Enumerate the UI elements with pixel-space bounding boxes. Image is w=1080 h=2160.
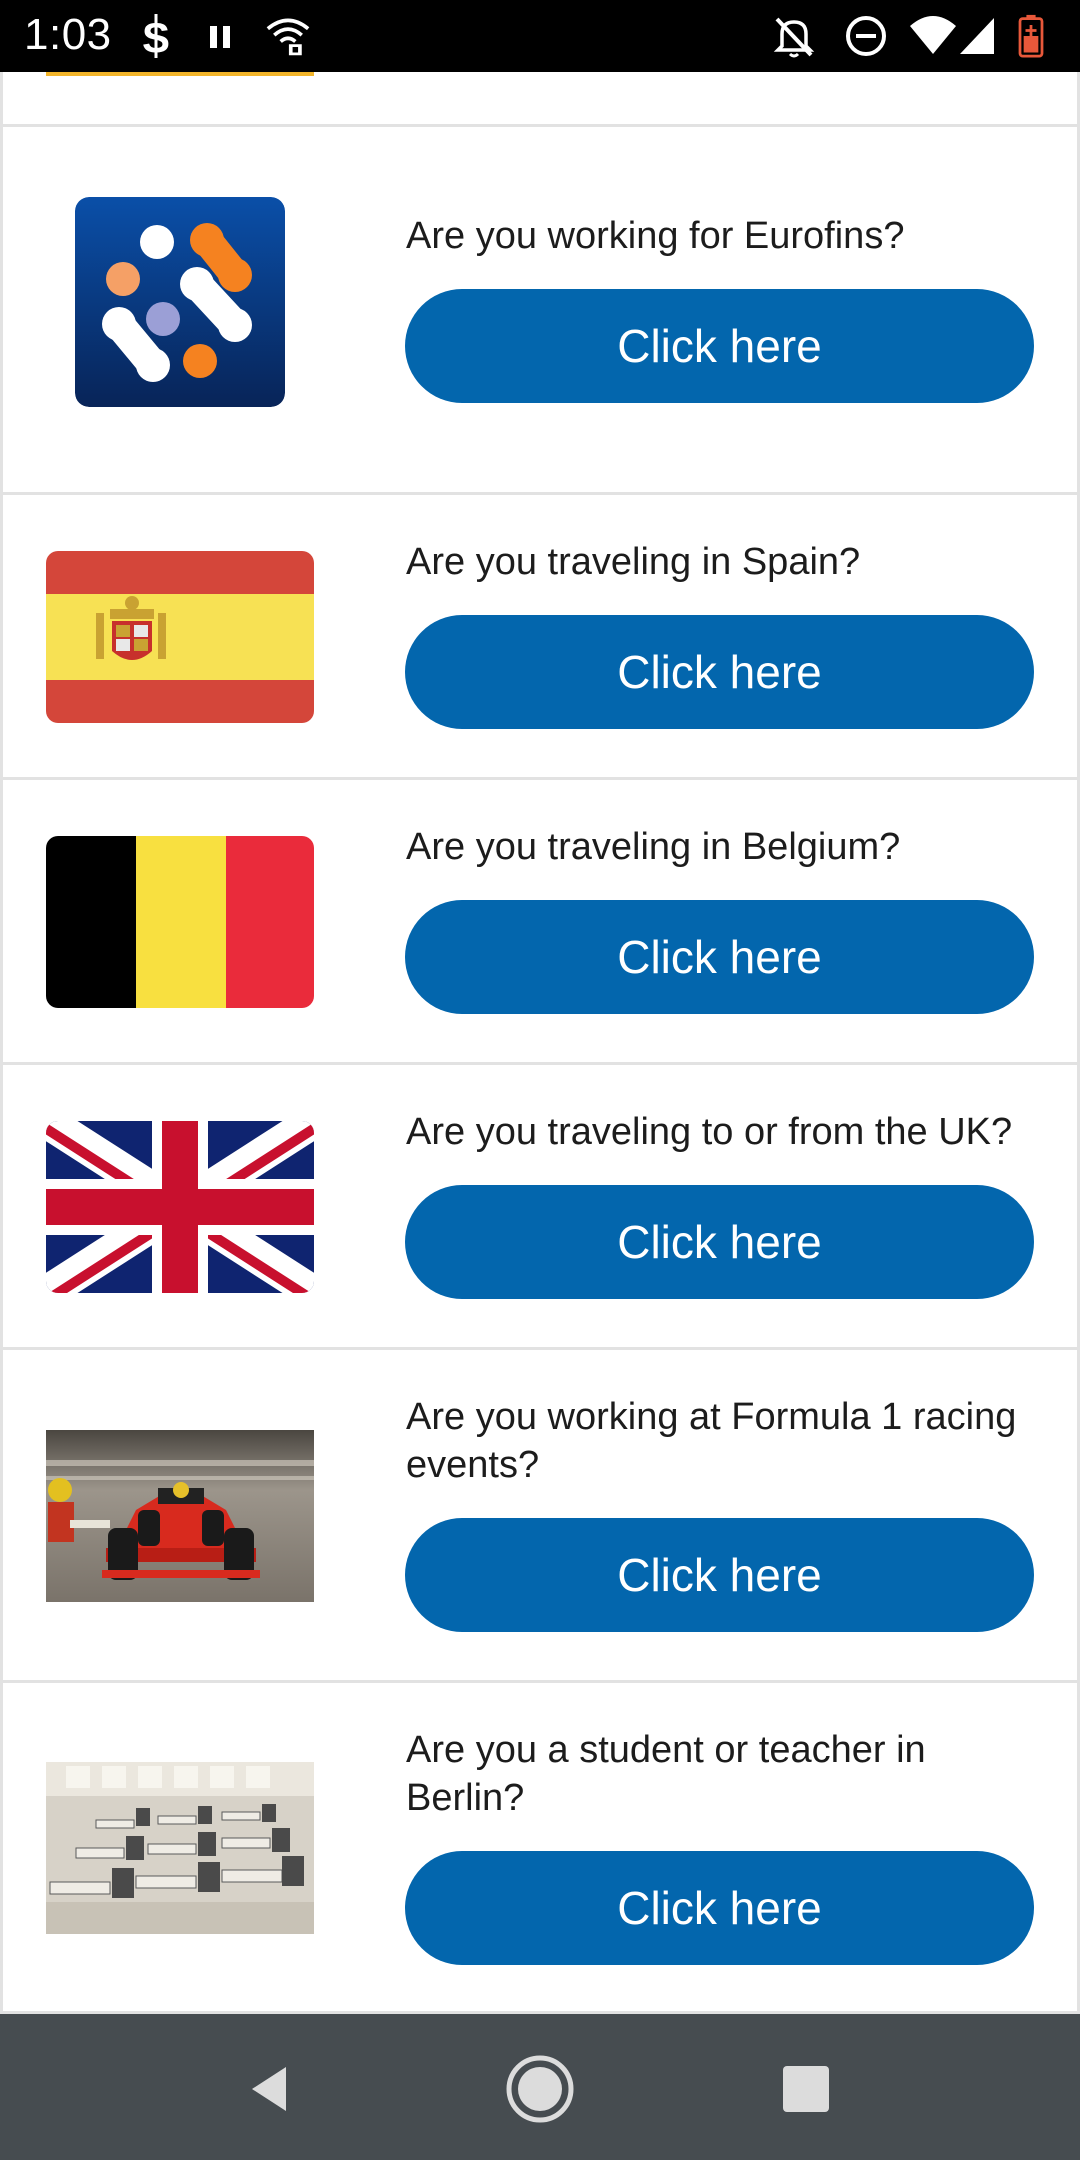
- card-question: Are you working for Eurofins?: [406, 215, 905, 257]
- back-button[interactable]: [215, 2034, 325, 2144]
- do-not-disturb-icon: [846, 16, 886, 56]
- s-app-icon: S: [142, 14, 170, 58]
- click-here-button[interactable]: Click here: [405, 289, 1034, 403]
- wifi-lock-icon: [266, 18, 310, 56]
- card-question: Are you traveling in Spain?: [406, 541, 861, 583]
- previous-card-image-edge: [46, 72, 314, 76]
- pause-icon: [210, 26, 230, 48]
- status-bar: 1:03 S: [0, 0, 1080, 72]
- card-list[interactable]: Are you working for Eurofins? Click here…: [0, 72, 1080, 2014]
- recents-button[interactable]: [751, 2034, 861, 2144]
- click-here-button[interactable]: Click here: [405, 1185, 1034, 1299]
- home-button[interactable]: [485, 2034, 595, 2144]
- cell-signal-icon: [960, 18, 994, 54]
- uk-flag: [46, 1121, 314, 1293]
- card-question: Are you traveling to or from the UK?: [406, 1111, 1013, 1153]
- card-question: Are you a student or teacher in Berlin?: [406, 1729, 926, 1819]
- wifi-icon: [910, 16, 956, 54]
- eurofins-logo: [75, 197, 285, 407]
- click-here-button[interactable]: Click here: [405, 1518, 1034, 1632]
- list-border-left: [0, 72, 3, 2014]
- home-icon: [506, 2055, 574, 2123]
- formula1-car-photo: [46, 1430, 314, 1602]
- back-icon: [252, 2067, 286, 2111]
- classroom-photo: [46, 1762, 314, 1934]
- divider: [0, 777, 1080, 780]
- notifications-off-icon: [773, 17, 815, 58]
- click-here-button[interactable]: Click here: [405, 615, 1034, 729]
- recents-icon: [783, 2066, 829, 2112]
- click-here-button[interactable]: Click here: [405, 900, 1034, 1014]
- status-time: 1:03: [24, 10, 112, 59]
- divider: [0, 1062, 1080, 1065]
- divider: [0, 124, 1080, 127]
- spain-flag: [46, 551, 314, 723]
- divider: [0, 1347, 1080, 1350]
- divider: [0, 492, 1080, 495]
- battery-charging-icon: [1018, 14, 1044, 58]
- belgium-flag: [46, 836, 314, 1008]
- navigation-bar: [0, 2014, 1080, 2160]
- divider: [0, 1680, 1080, 1683]
- card-question: Are you working at Formula 1 racing even…: [406, 1396, 1017, 1486]
- card-question: Are you traveling in Belgium?: [406, 826, 901, 868]
- click-here-button[interactable]: Click here: [405, 1851, 1034, 1965]
